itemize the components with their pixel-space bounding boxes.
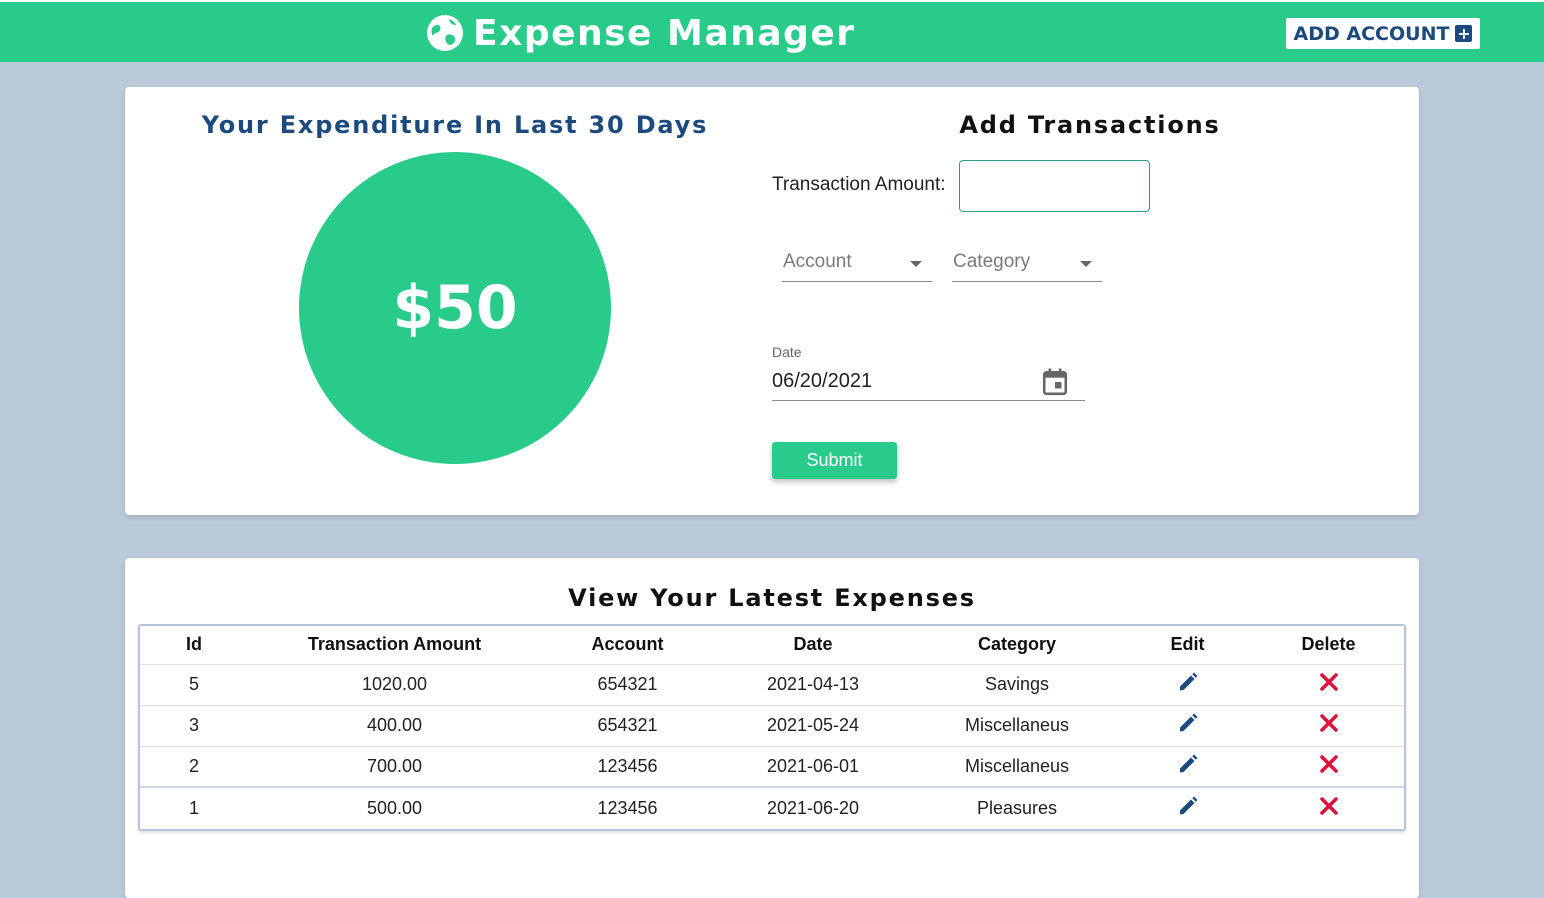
- cell-delete: [1253, 746, 1404, 788]
- date-value: 06/20/2021: [772, 370, 873, 392]
- account-select-label: Account: [783, 251, 852, 272]
- table-row: 5 1020.00 654321 2021-04-13 Savings: [140, 664, 1404, 706]
- date-label: Date: [772, 344, 802, 360]
- account-select[interactable]: Account: [782, 247, 932, 282]
- cell-edit: [1122, 746, 1253, 788]
- cell-date: 2021-06-20: [766, 797, 860, 818]
- cell-edit: [1122, 787, 1253, 828]
- column-header-edit: Edit: [1122, 626, 1253, 665]
- cell-category: Savings: [912, 664, 1122, 706]
- column-header-account: Account: [541, 626, 714, 665]
- cell-account: 654321: [541, 664, 714, 706]
- globe-icon: [427, 15, 463, 51]
- cell-account: 123456: [541, 746, 714, 788]
- pencil-icon[interactable]: [1177, 753, 1199, 775]
- delete-x-icon[interactable]: [1319, 672, 1339, 692]
- cell-id: 2: [140, 746, 248, 788]
- pencil-icon[interactable]: [1177, 712, 1199, 734]
- expenses-card: View Your Latest Expenses Id Transaction…: [125, 558, 1419, 898]
- column-header-id: Id: [140, 626, 248, 665]
- date-input[interactable]: 06/20/2021: [772, 365, 1085, 401]
- cell-id: 5: [140, 664, 248, 706]
- cell-date: 2021-06-01: [714, 746, 912, 788]
- category-select-label: Category: [953, 251, 1031, 272]
- cell-edit: [1122, 664, 1253, 706]
- expenditure-amount-circle: $50: [299, 152, 611, 464]
- table-row: 3 400.00 654321 2021-05-24 Miscellaneus: [140, 705, 1404, 747]
- transaction-amount-input[interactable]: [959, 160, 1150, 212]
- top-bar: Expense Manager ADD ACCOUNT +: [0, 0, 1544, 62]
- column-header-date: Date: [714, 626, 912, 665]
- cell-id: 1: [188, 797, 199, 818]
- pencil-icon[interactable]: [1177, 795, 1199, 817]
- dropdown-arrow-icon: [910, 261, 922, 267]
- category-select[interactable]: Category: [952, 247, 1102, 282]
- expenditure-amount: $50: [392, 273, 518, 343]
- dropdown-arrow-icon: [1080, 261, 1092, 267]
- cell-amount: 400.00: [248, 705, 541, 747]
- cell-amount: 1020.00: [248, 664, 541, 706]
- add-account-label: ADD ACCOUNT: [1293, 22, 1450, 45]
- cell-delete: [1253, 664, 1404, 706]
- cell-amount: 700.00: [248, 746, 541, 788]
- column-header-amount: Transaction Amount: [248, 626, 541, 665]
- column-header-category: Category: [912, 626, 1122, 665]
- column-header-delete: Delete: [1253, 626, 1404, 665]
- plus-icon: +: [1455, 23, 1473, 43]
- expenses-table-container: Id Transaction Amount Account Date Categ…: [138, 624, 1406, 831]
- summary-form-card: Your Expenditure In Last 30 Days $50 Add…: [125, 87, 1419, 515]
- cell-date: 2021-05-24: [714, 705, 912, 747]
- table-row: 2 700.00 123456 2021-06-01 Miscellaneus: [140, 746, 1404, 788]
- cell-account: 654321: [541, 705, 714, 747]
- app-title: Expense Manager: [473, 12, 856, 54]
- table-header-row: Id Transaction Amount Account Date Categ…: [140, 626, 1404, 665]
- add-account-button[interactable]: ADD ACCOUNT +: [1286, 18, 1480, 49]
- delete-x-icon[interactable]: [1319, 796, 1339, 816]
- cell-category: Miscellaneus: [912, 746, 1122, 788]
- delete-x-icon[interactable]: [1319, 754, 1339, 774]
- cell-delete: [1253, 787, 1404, 828]
- add-transactions-title: Add Transactions: [959, 111, 1221, 139]
- expenses-table: Id Transaction Amount Account Date Categ…: [140, 626, 1404, 828]
- delete-x-icon[interactable]: [1319, 713, 1339, 733]
- cell-category: Miscellaneus: [912, 705, 1122, 747]
- table-row: 1 500.00 123456 2021-06-20 Pleasures: [140, 787, 1404, 828]
- cell-account: 123456: [597, 797, 658, 818]
- calendar-icon[interactable]: [1042, 368, 1068, 396]
- cell-amount: 500.00: [366, 797, 423, 818]
- expenses-title: View Your Latest Expenses: [568, 584, 976, 612]
- cell-date: 2021-04-13: [714, 664, 912, 706]
- transaction-amount-label: Transaction Amount:: [772, 174, 946, 195]
- app-brand: Expense Manager: [425, 8, 855, 58]
- cell-category: Pleasures: [976, 797, 1058, 818]
- submit-button[interactable]: Submit: [772, 442, 897, 479]
- expenditure-title: Your Expenditure In Last 30 Days: [201, 111, 709, 139]
- cell-id: 3: [140, 705, 248, 747]
- cell-edit: [1122, 705, 1253, 747]
- cell-delete: [1253, 705, 1404, 747]
- pencil-icon[interactable]: [1177, 671, 1199, 693]
